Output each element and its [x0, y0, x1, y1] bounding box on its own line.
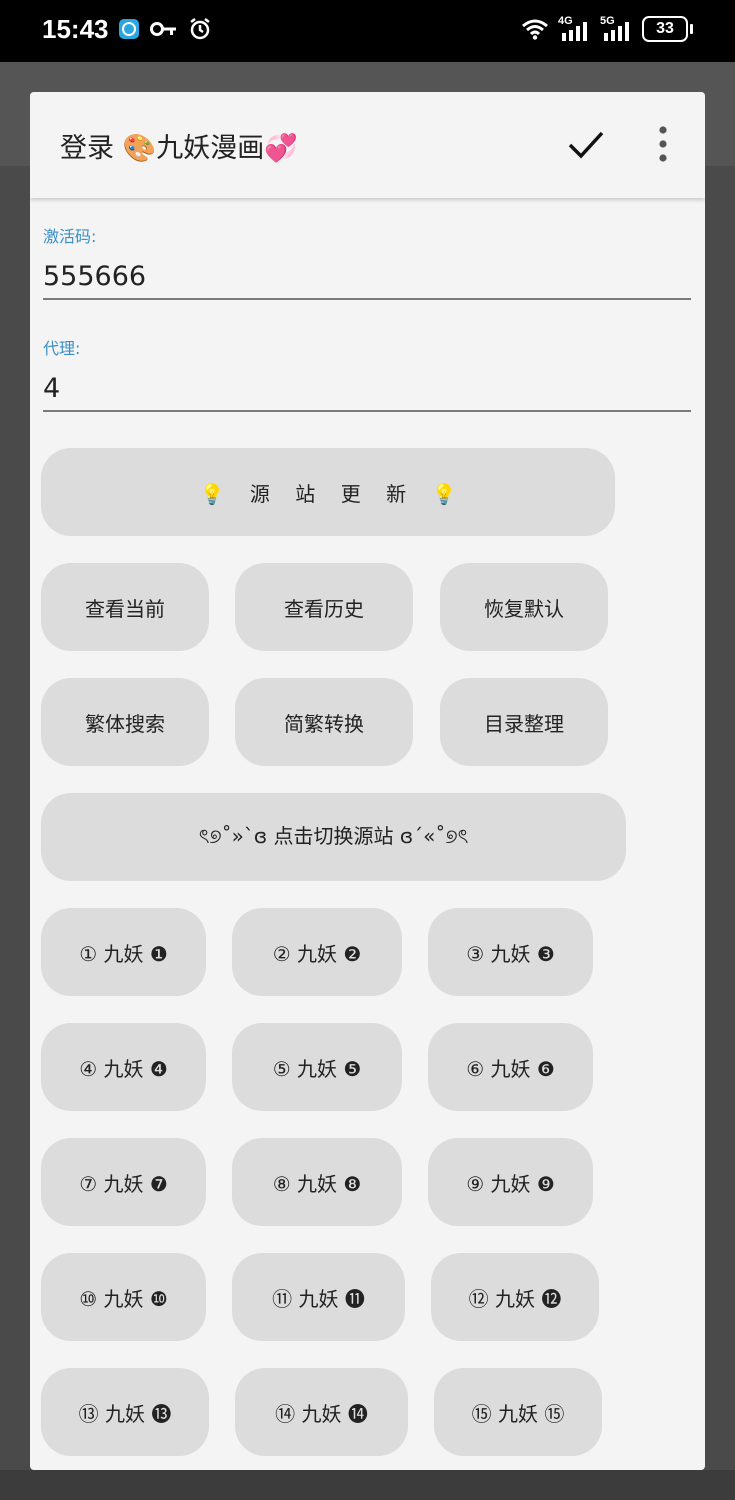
- source-button-8[interactable]: ⑧ 九妖 ❽: [232, 1138, 402, 1226]
- signal-5g: 5G: [600, 15, 632, 41]
- key-icon: [150, 22, 176, 36]
- view-history-button[interactable]: 查看历史: [235, 563, 413, 651]
- status-bar: 15:43 4G 5G 33: [0, 0, 735, 62]
- view-current-button[interactable]: 查看当前: [41, 563, 209, 651]
- source-button-9[interactable]: ⑨ 九妖 ❾: [428, 1138, 593, 1226]
- catalog-organize-button[interactable]: 目录整理: [440, 678, 608, 766]
- simp-trad-convert-button[interactable]: 简繁转换: [235, 678, 413, 766]
- source-button-13[interactable]: ⑬ 九妖 ⓭: [41, 1368, 209, 1456]
- source-button-5[interactable]: ⑤ 九妖 ❺: [232, 1023, 402, 1111]
- wifi-icon: [522, 19, 548, 40]
- source-button-3[interactable]: ③ 九妖 ❸: [428, 908, 593, 996]
- background-bottom-bar: [0, 1470, 735, 1500]
- signal-4g: 4G: [558, 15, 590, 41]
- alarm-icon: [190, 18, 210, 40]
- switch-source-button[interactable]: ৎ୭˚»`ɞ 点击切换源站 ɞ´«˚୭ৎ: [41, 793, 626, 881]
- source-button-12[interactable]: ⑫ 九妖 ⓬: [431, 1253, 599, 1341]
- source-button-10[interactable]: ⑩ 九妖 ❿: [41, 1253, 206, 1341]
- dialog-title: 登录 🎨九妖漫画💞: [60, 133, 298, 164]
- source-button-15[interactable]: ⑮ 九妖 ⑮: [434, 1368, 602, 1456]
- dialog-header: 登录 🎨九妖漫画💞: [30, 92, 705, 198]
- source-button-2[interactable]: ② 九妖 ❷: [232, 908, 402, 996]
- status-time: 15:43: [42, 14, 109, 44]
- activation-code-label: 激活码:: [43, 227, 97, 246]
- traditional-search-button[interactable]: 繁体搜索: [41, 678, 209, 766]
- app-notification-icon: [119, 19, 139, 39]
- proxy-input[interactable]: 4: [43, 366, 691, 412]
- source-button-1[interactable]: ① 九妖 ❶: [41, 908, 206, 996]
- source-update-button[interactable]: 💡 源 站 更 新 💡: [41, 448, 615, 536]
- battery-indicator: 33: [642, 16, 688, 42]
- more-options-icon[interactable]: [646, 122, 680, 166]
- source-button-11[interactable]: ⑪ 九妖 ⓫: [232, 1253, 405, 1341]
- source-button-14[interactable]: ⑭ 九妖 ⓮: [235, 1368, 408, 1456]
- confirm-check-icon[interactable]: [564, 122, 608, 166]
- source-button-7[interactable]: ⑦ 九妖 ❼: [41, 1138, 206, 1226]
- battery-tip: [690, 24, 693, 34]
- login-dialog: 登录 🎨九妖漫画💞 激活码: 555666 代理: 4 💡 源 站 更 新 💡 …: [30, 92, 705, 1470]
- signal-bars-icon: [562, 22, 587, 41]
- source-button-4[interactable]: ④ 九妖 ❹: [41, 1023, 206, 1111]
- activation-code-input[interactable]: 555666: [43, 254, 691, 300]
- status-icons-right: 4G 5G 33: [522, 15, 693, 42]
- signal-bars-icon: [604, 22, 629, 41]
- status-icons-left: [118, 17, 212, 41]
- restore-default-button[interactable]: 恢复默认: [440, 563, 608, 651]
- source-button-6[interactable]: ⑥ 九妖 ❻: [428, 1023, 593, 1111]
- proxy-label: 代理:: [43, 339, 81, 358]
